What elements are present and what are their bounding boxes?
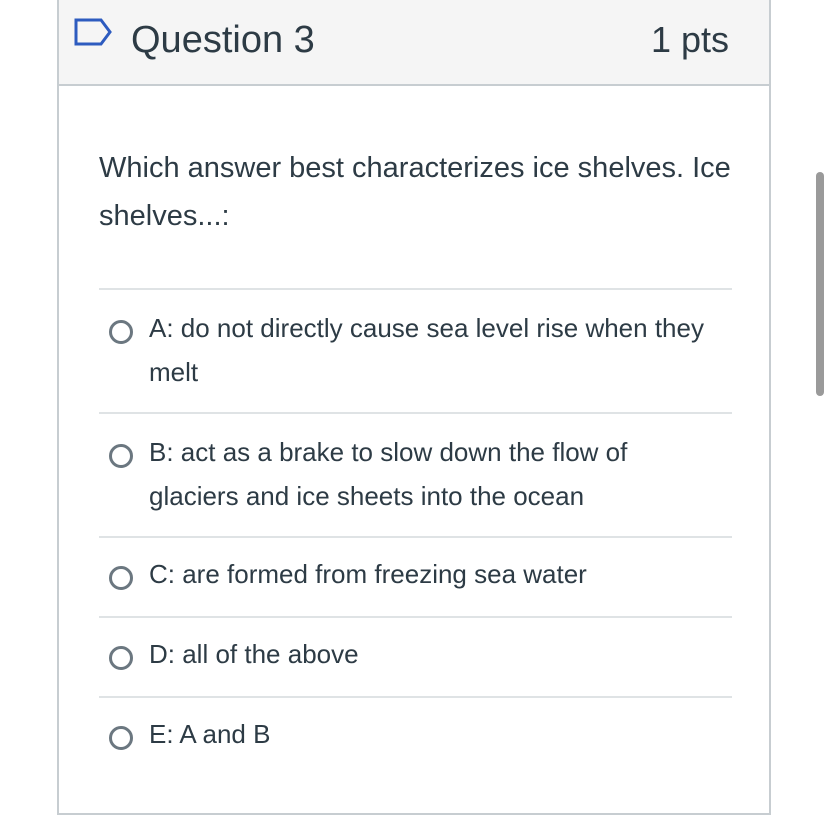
radio-button-a[interactable] <box>109 320 133 344</box>
answer-option-c[interactable]: C: are formed from freezing sea water <box>99 536 732 616</box>
answer-option-e[interactable]: E: A and B <box>99 696 732 776</box>
question-title: Question 3 <box>131 19 315 61</box>
question-points: 1 pts <box>650 19 729 60</box>
question-header: Question 3 1 pts <box>59 0 769 86</box>
answer-label: B: act as a brake to slow down the flow … <box>149 437 628 511</box>
question-text: Which answer best characterizes ice shel… <box>99 152 731 232</box>
answer-option-b[interactable]: B: act as a brake to slow down the flow … <box>99 412 732 536</box>
answer-label: D: all of the above <box>149 639 359 669</box>
answer-label: C: are formed from freezing sea water <box>149 559 587 589</box>
radio-button-c[interactable] <box>109 566 133 590</box>
question-card: Question 3 1 pts Which answer best chara… <box>57 0 771 815</box>
answer-label: E: A and B <box>149 719 271 749</box>
answer-list: A: do not directly cause sea level rise … <box>99 288 732 776</box>
flag-question-icon[interactable] <box>73 17 113 47</box>
radio-button-d[interactable] <box>109 646 133 670</box>
radio-button-b[interactable] <box>109 444 133 468</box>
answer-option-d[interactable]: D: all of the above <box>99 616 732 696</box>
answer-label: A: do not directly cause sea level rise … <box>149 313 704 387</box>
answer-option-a[interactable]: A: do not directly cause sea level rise … <box>99 288 732 412</box>
radio-button-e[interactable] <box>109 726 133 750</box>
scrollbar-thumb[interactable] <box>816 172 824 396</box>
